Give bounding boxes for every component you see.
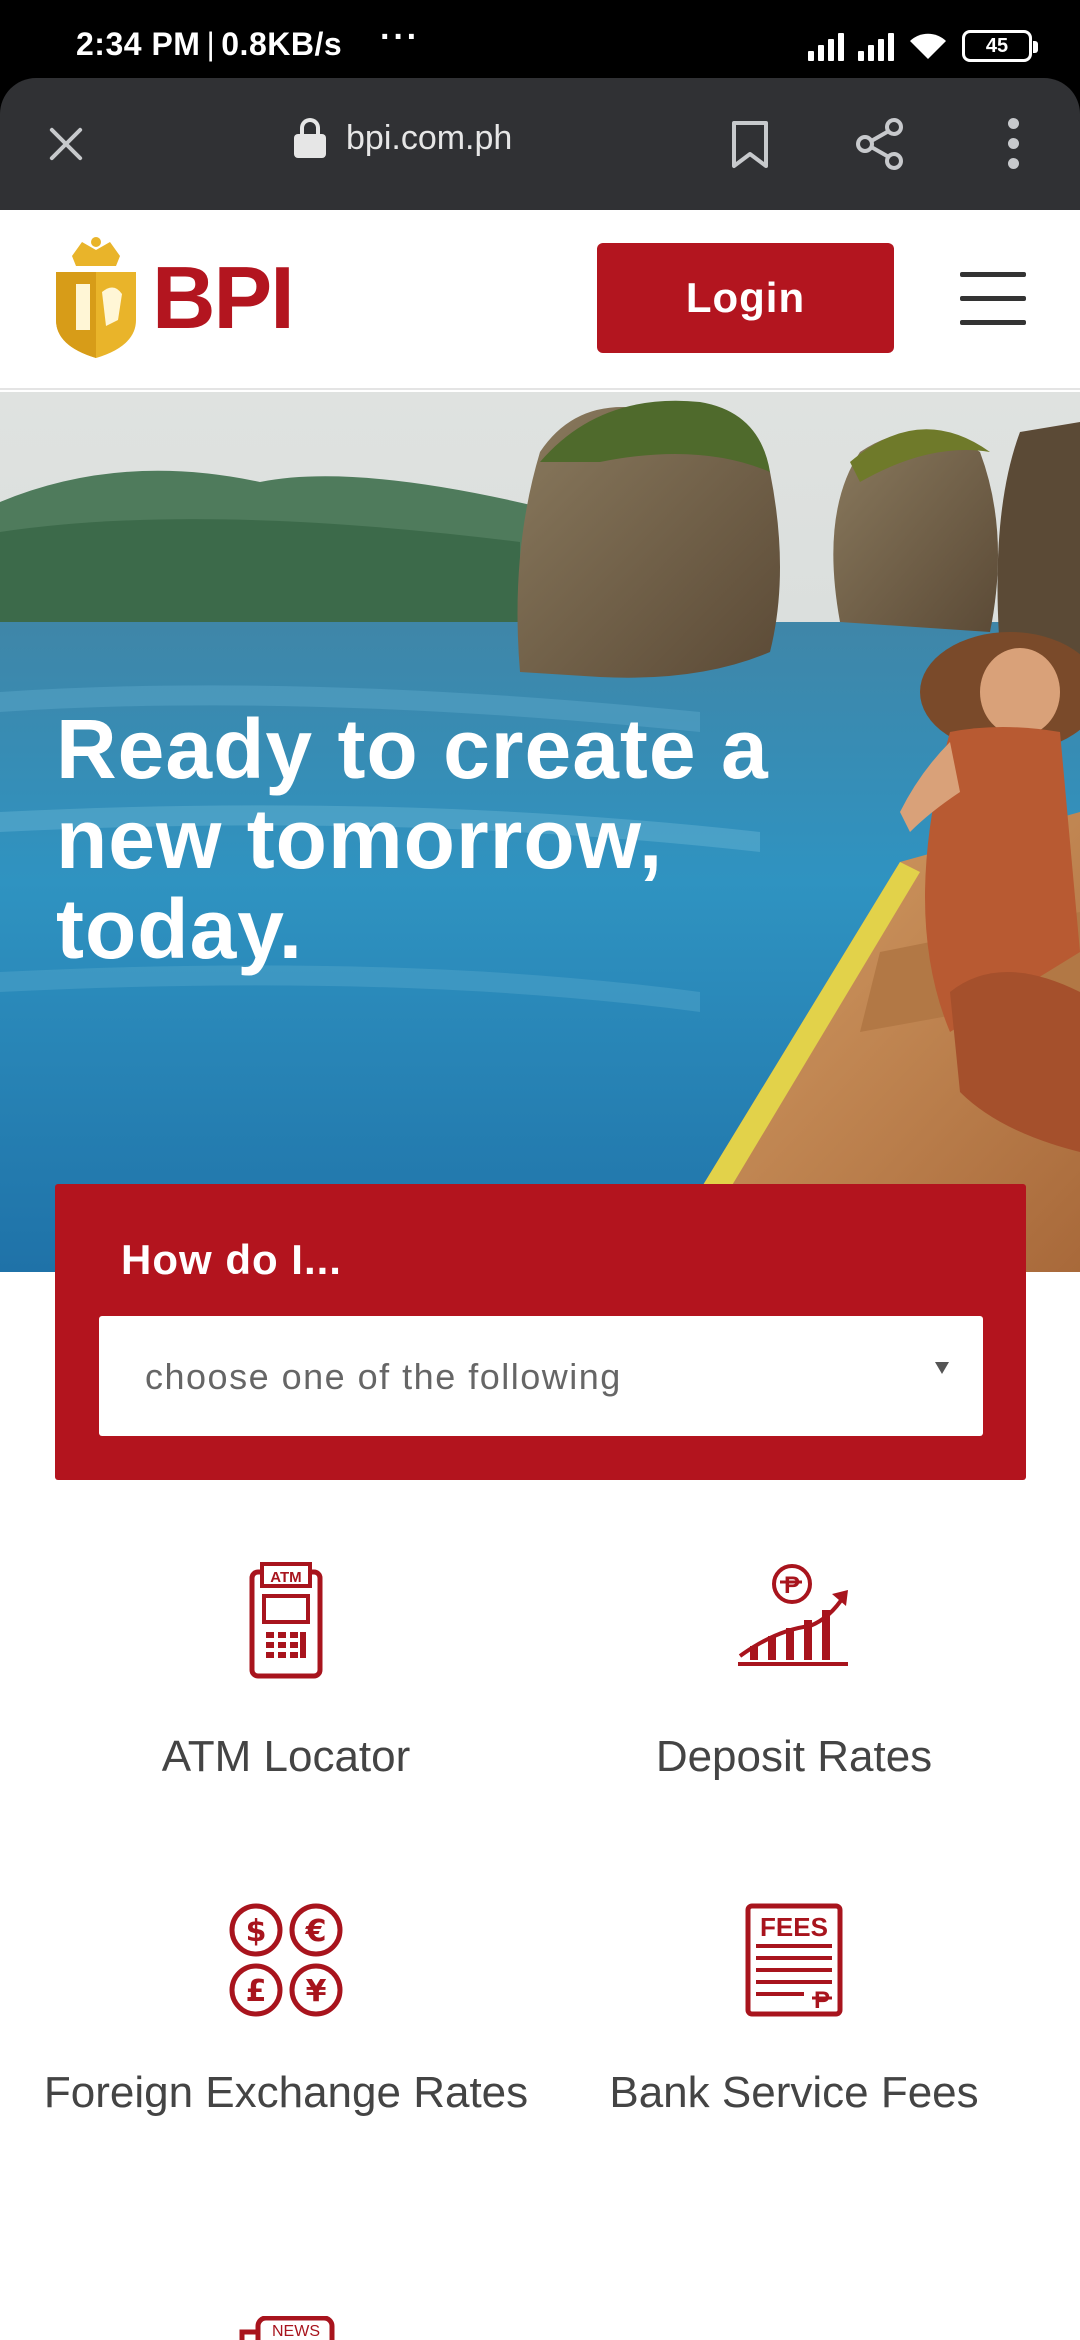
share-icon[interactable]: [852, 116, 908, 172]
hero-banner: Ready to create a new tomorrow, today.: [0, 392, 1080, 1272]
bpi-logo[interactable]: BPI: [52, 236, 295, 360]
quick-link-label: ATM Locator: [161, 1732, 411, 1781]
svg-text:FEES: FEES: [760, 1912, 828, 1942]
quick-link-label: Foreign Exchange Rates: [43, 2068, 529, 2117]
svg-text:€: €: [305, 1914, 327, 1949]
deposit-rates-link[interactable]: P Deposit Rates: [544, 1560, 1044, 1810]
signal-icon: [808, 31, 844, 61]
more-vert-icon[interactable]: [1000, 116, 1028, 172]
how-do-i-panel: How do I... choose one of the following: [55, 1184, 1026, 1480]
chevron-down-icon: [935, 1362, 949, 1374]
close-icon[interactable]: [42, 120, 90, 168]
news-badge-text: NEWS: [272, 2323, 320, 2340]
bank-service-fees-link[interactable]: FEES P Bank Service Fees: [544, 1902, 1044, 2152]
battery-level: 45: [985, 34, 1009, 57]
fees-icon: FEES P: [745, 1903, 843, 2017]
quick-link-label: Deposit Rates: [655, 1732, 933, 1781]
site-header: BPI Login: [0, 210, 1080, 390]
deposit-rates-icon: P: [738, 1564, 848, 1666]
how-do-i-select[interactable]: choose one of the following: [99, 1316, 983, 1436]
how-do-i-label: How do I...: [121, 1236, 342, 1283]
signal-icon: [858, 31, 894, 61]
svg-text:¥: ¥: [306, 1974, 327, 2009]
svg-text:ATM: ATM: [270, 1569, 301, 1586]
svg-text:£: £: [246, 1974, 267, 2009]
atm-icon: ATM: [249, 1562, 323, 1679]
bookmark-icon[interactable]: [730, 120, 770, 170]
login-button[interactable]: Login: [597, 243, 894, 353]
logo-text: BPI: [152, 248, 295, 347]
svg-text:P: P: [784, 1572, 800, 1599]
select-placeholder: choose one of the following: [145, 1356, 622, 1397]
status-bar: 2:34 PM | 0.8KB/s ··· 45: [0, 0, 1080, 78]
news-icon: NEWS: [239, 2316, 335, 2340]
battery-icon: 45: [962, 30, 1038, 62]
foreign-exchange-link[interactable]: $ € £ ¥ Foreign Exchange Rates: [36, 1902, 536, 2202]
currency-icon: $ € £ ¥: [229, 1903, 343, 2017]
hero-headline: Ready to create a new tomorrow, today.: [56, 702, 769, 976]
news-link[interactable]: NEWS: [36, 2316, 536, 2340]
svg-text:$: $: [246, 1914, 267, 1949]
lock-icon: [294, 118, 326, 158]
address-bar[interactable]: bpi.com.ph: [294, 118, 512, 158]
status-time: 2:34 PM: [76, 26, 201, 62]
url-text: bpi.com.ph: [346, 118, 513, 157]
browser-toolbar: bpi.com.ph: [0, 78, 1080, 210]
bpi-crest-icon: [56, 237, 136, 358]
status-time-speed: 2:34 PM | 0.8KB/s: [76, 26, 343, 62]
svg-text:P: P: [814, 1987, 830, 2014]
status-speed: 0.8KB/s: [221, 26, 343, 62]
hamburger-menu-icon[interactable]: [960, 272, 1026, 326]
wifi-icon: [910, 33, 946, 59]
quick-link-label: Bank Service Fees: [609, 2068, 979, 2117]
status-icons: 45: [808, 30, 1038, 62]
status-more-icon: ···: [380, 18, 420, 56]
atm-locator-link[interactable]: ATM ATM Locator: [36, 1560, 536, 1810]
